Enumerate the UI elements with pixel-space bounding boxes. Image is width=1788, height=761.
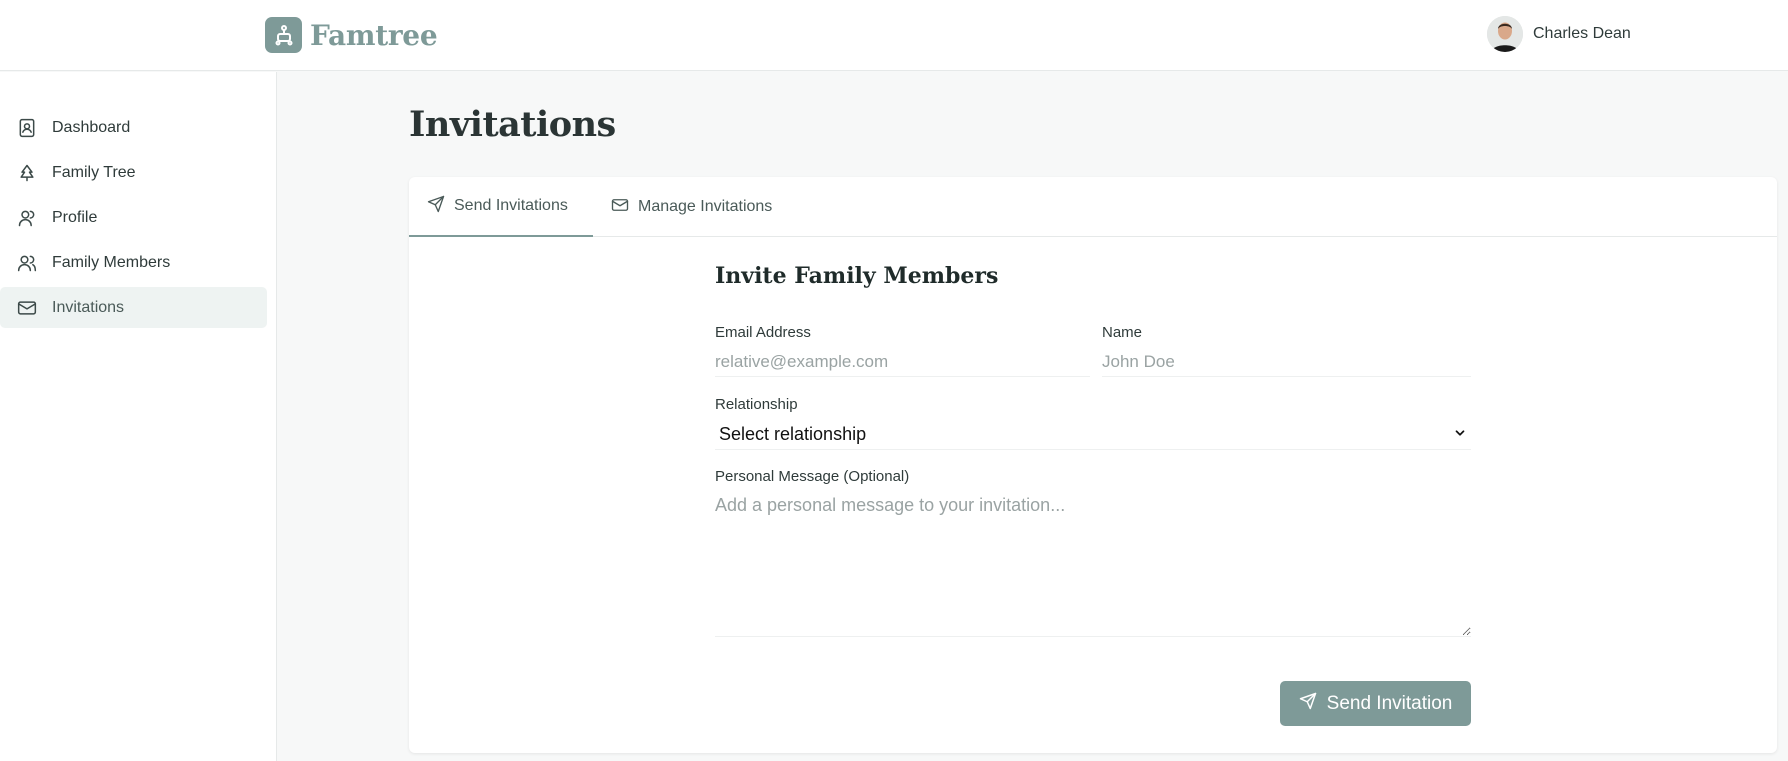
brand[interactable]: Famtree (265, 17, 438, 53)
user-menu[interactable]: Charles Dean (1487, 16, 1631, 52)
user-icon (16, 207, 38, 229)
sidebar-item-label: Family Members (52, 253, 171, 271)
sidebar-item-family-tree[interactable]: Family Tree (0, 152, 267, 193)
sidebar-item-label: Invitations (52, 298, 125, 316)
personal-message-textarea[interactable] (715, 495, 1471, 637)
users-icon (16, 252, 38, 274)
sidebar-item-profile[interactable]: Profile (0, 197, 267, 238)
tab-manage-invitations[interactable]: Manage Invitations (593, 177, 790, 237)
sidebar-item-invitations[interactable]: Invitations (0, 287, 267, 328)
avatar (1487, 16, 1523, 52)
contact-book-icon (16, 117, 38, 139)
sidebar-item-dashboard[interactable]: Dashboard (0, 107, 267, 148)
invitations-card: Send Invitations Manage Invitations Invi… (409, 177, 1777, 753)
family-tree-logo-icon (265, 17, 302, 53)
top-bar: Famtree Charles Dean (0, 0, 1788, 71)
sidebar-item-label: Dashboard (52, 118, 131, 136)
mail-icon (611, 196, 629, 219)
email-field[interactable] (715, 347, 1090, 377)
message-label: Personal Message (Optional) (715, 468, 910, 485)
chevron-down-icon (1453, 424, 1467, 445)
relationship-select[interactable]: Select relationship (715, 420, 1471, 450)
send-icon (427, 195, 445, 218)
sidebar-item-label: Profile (52, 208, 98, 226)
send-icon (1299, 692, 1317, 716)
send-invitation-button[interactable]: Send Invitation (1280, 681, 1471, 726)
mail-icon (16, 297, 38, 319)
sidebar-item-label: Family Tree (52, 163, 136, 181)
tab-send-invitations[interactable]: Send Invitations (409, 177, 593, 237)
tab-label: Send Invitations (454, 197, 568, 214)
tab-label: Manage Invitations (638, 198, 773, 215)
email-label: Email Address (715, 324, 811, 341)
send-invitation-label: Send Invitation (1326, 692, 1453, 714)
relationship-label: Relationship (715, 396, 798, 413)
user-name: Charles Dean (1533, 25, 1631, 42)
form-title: Invite Family Members (715, 263, 999, 289)
tree-icon (16, 162, 38, 184)
sidebar-item-family-members[interactable]: Family Members (0, 242, 267, 283)
name-label: Name (1102, 324, 1143, 341)
brand-name: Famtree (310, 18, 438, 52)
name-field[interactable] (1102, 347, 1471, 377)
tab-bar: Send Invitations Manage Invitations (409, 177, 1777, 237)
sidebar: Dashboard Family Tree Profile Family Mem… (0, 72, 277, 761)
page-title: Invitations (409, 104, 616, 145)
relationship-selected-value: Select relationship (719, 424, 867, 444)
